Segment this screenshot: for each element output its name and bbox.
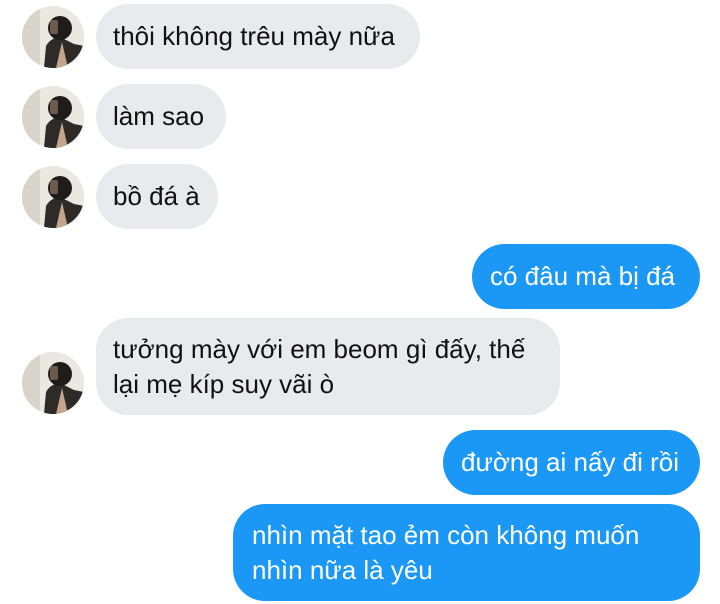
outgoing-message-bubble[interactable]: có đâu mà bị đá	[472, 244, 700, 309]
message-text-line: tưởng mày với em beom gì đấy, thế	[113, 334, 526, 364]
message-text: có đâu mà bị đá	[490, 261, 676, 291]
incoming-message-bubble[interactable]: tưởng mày với em beom gì đấy, thế lại mẹ…	[96, 318, 560, 415]
avatar-photo-icon	[22, 352, 84, 414]
contact-avatar-icon[interactable]	[22, 6, 84, 68]
outgoing-message-bubble[interactable]: đường ai nấy đi rồi	[443, 430, 700, 495]
message-thread: thôi không trêu mày nữa làm sao bồ đá à …	[0, 0, 720, 604]
incoming-message-bubble[interactable]: bồ đá à	[96, 164, 218, 229]
incoming-message-bubble[interactable]: làm sao	[96, 84, 226, 149]
message-text-line: nhìn mặt tao ẻm còn không muốn	[252, 520, 640, 550]
message-text-line: nhìn nữa là yêu	[252, 555, 433, 585]
contact-avatar-icon[interactable]	[22, 166, 84, 228]
message-text: đường ai nấy đi rồi	[461, 447, 680, 477]
contact-avatar-icon[interactable]	[22, 86, 84, 148]
contact-avatar-icon[interactable]	[22, 352, 84, 414]
message-text-line: lại mẹ kíp suy vãi ò	[113, 369, 335, 399]
avatar-photo-icon	[22, 86, 84, 148]
message-text: làm sao	[113, 101, 205, 131]
avatar-photo-icon	[22, 166, 84, 228]
message-text: bồ đá à	[113, 181, 200, 211]
outgoing-message-bubble[interactable]: nhìn mặt tao ẻm còn không muốn nhìn nữa …	[233, 504, 700, 601]
avatar-photo-icon	[22, 6, 84, 68]
incoming-message-bubble[interactable]: thôi không trêu mày nữa	[96, 4, 420, 69]
message-text: thôi không trêu mày nữa	[113, 21, 395, 51]
